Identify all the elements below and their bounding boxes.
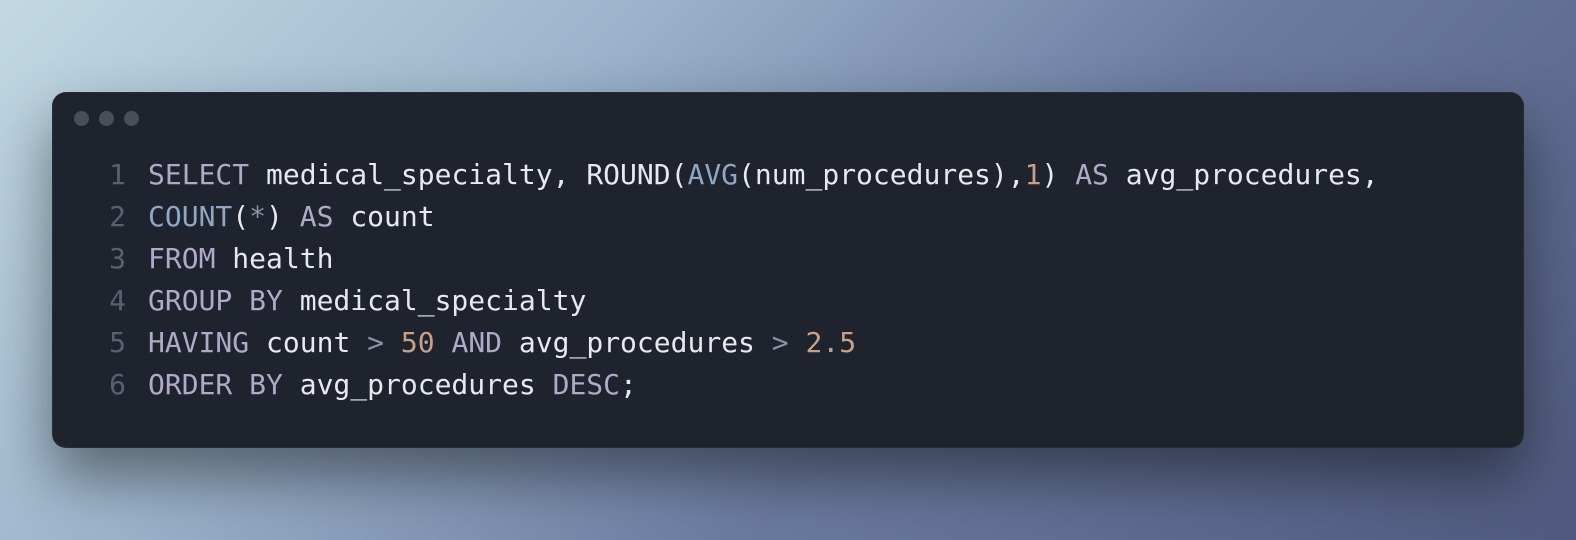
- code-token: medical_specialty,: [266, 158, 569, 191]
- code-token: avg_procedures,: [1126, 158, 1379, 191]
- code-token: [789, 326, 806, 359]
- line-number: 4: [52, 280, 148, 322]
- code-token: [249, 158, 266, 191]
- code-line-content: SELECT medical_specialty, ROUND(AVG(num_…: [148, 154, 1379, 196]
- code-token: ;: [620, 368, 637, 401]
- code-token: ): [1041, 158, 1058, 191]
- code-token: (: [232, 200, 249, 233]
- code-token: AVG: [687, 158, 738, 191]
- code-token: avg_procedures: [300, 368, 536, 401]
- code-token: [435, 326, 452, 359]
- code-token: ROUND: [586, 158, 670, 191]
- code-line-content: FROM health: [148, 238, 333, 280]
- code-token: AND: [451, 326, 502, 359]
- code-window: 1SELECT medical_specialty, ROUND(AVG(num…: [52, 92, 1524, 448]
- code-token: AS: [1075, 158, 1109, 191]
- code-token: count: [266, 326, 350, 359]
- code-token: 50: [401, 326, 435, 359]
- code-token: [569, 158, 586, 191]
- code-token: DESC: [553, 368, 620, 401]
- code-line: 1SELECT medical_specialty, ROUND(AVG(num…: [52, 154, 1524, 196]
- code-token: [283, 368, 300, 401]
- code-line-content: HAVING count > 50 AND avg_procedures > 2…: [148, 322, 856, 364]
- code-token: count: [350, 200, 434, 233]
- code-token: HAVING: [148, 326, 249, 359]
- code-token: avg_procedures: [519, 326, 755, 359]
- code-token: (: [671, 158, 688, 191]
- code-token: [283, 200, 300, 233]
- traffic-light-zoom-icon[interactable]: [124, 111, 139, 126]
- code-token: COUNT: [148, 200, 232, 233]
- code-token: GROUP BY: [148, 284, 283, 317]
- code-token: [333, 200, 350, 233]
- code-block: 1SELECT medical_specialty, ROUND(AVG(num…: [52, 144, 1524, 448]
- code-token: [350, 326, 367, 359]
- code-token: *: [249, 200, 266, 233]
- code-line-content: COUNT(*) AS count: [148, 196, 435, 238]
- traffic-light-close-icon[interactable]: [74, 111, 89, 126]
- code-token: 2.5: [806, 326, 857, 359]
- code-token: health: [232, 242, 333, 275]
- code-token: (num_procedures),: [738, 158, 1025, 191]
- code-token: ): [266, 200, 283, 233]
- line-number: 3: [52, 238, 148, 280]
- code-token: >: [772, 326, 789, 359]
- code-line-content: GROUP BY medical_specialty: [148, 280, 586, 322]
- code-token: AS: [300, 200, 334, 233]
- code-token: [384, 326, 401, 359]
- code-token: [249, 326, 266, 359]
- code-token: [502, 326, 519, 359]
- code-token: ORDER BY: [148, 368, 283, 401]
- code-token: FROM: [148, 242, 215, 275]
- line-number: 2: [52, 196, 148, 238]
- code-token: [215, 242, 232, 275]
- line-number: 1: [52, 154, 148, 196]
- code-line: 6ORDER BY avg_procedures DESC;: [52, 364, 1524, 406]
- code-line: 4GROUP BY medical_specialty: [52, 280, 1524, 322]
- traffic-light-minimize-icon[interactable]: [99, 111, 114, 126]
- code-token: >: [367, 326, 384, 359]
- code-line: 5HAVING count > 50 AND avg_procedures > …: [52, 322, 1524, 364]
- code-token: SELECT: [148, 158, 249, 191]
- code-token: medical_specialty: [300, 284, 587, 317]
- code-token: [283, 284, 300, 317]
- line-number: 5: [52, 322, 148, 364]
- code-token: [1058, 158, 1075, 191]
- line-number: 6: [52, 364, 148, 406]
- code-token: [536, 368, 553, 401]
- window-titlebar: [52, 92, 1524, 144]
- code-token: [1109, 158, 1126, 191]
- code-line: 2COUNT(*) AS count: [52, 196, 1524, 238]
- code-token: 1: [1025, 158, 1042, 191]
- code-token: [755, 326, 772, 359]
- code-line-content: ORDER BY avg_procedures DESC;: [148, 364, 637, 406]
- code-line: 3FROM health: [52, 238, 1524, 280]
